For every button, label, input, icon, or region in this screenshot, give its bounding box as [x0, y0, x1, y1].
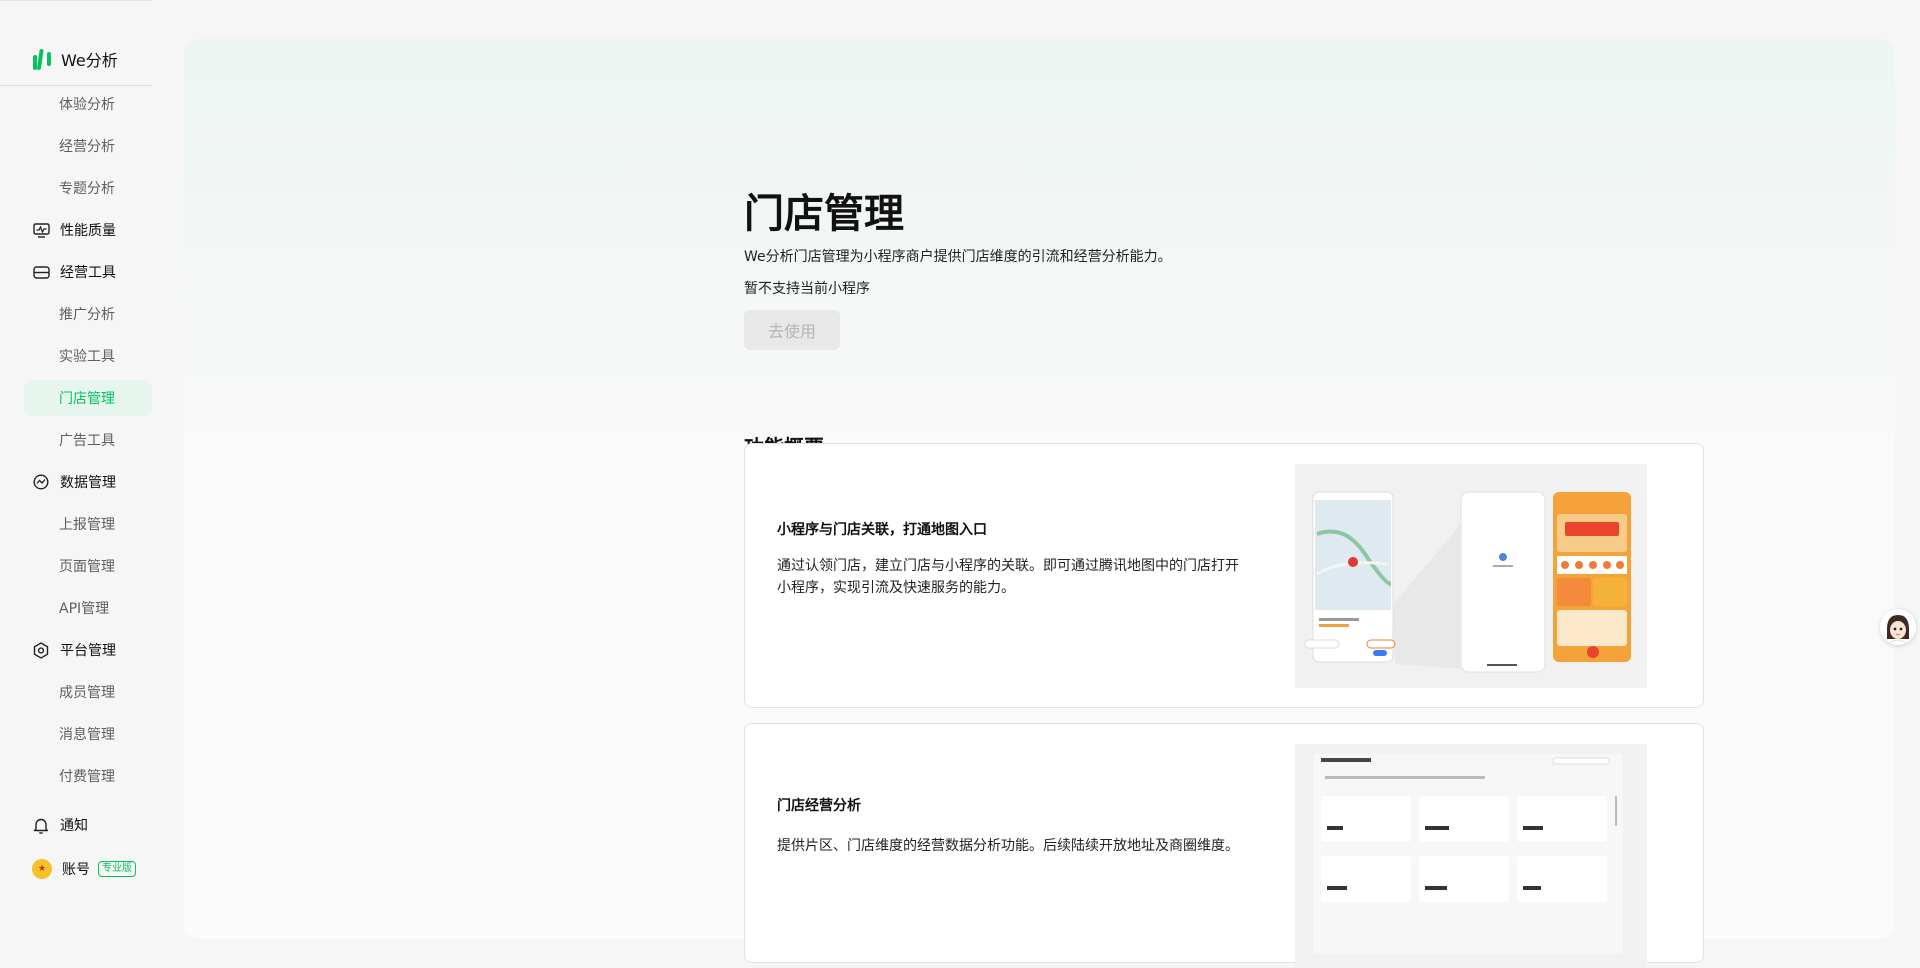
unsupported-notice: 暂不支持当前小程序 — [744, 281, 870, 297]
assistant-face-icon — [1880, 609, 1916, 645]
main-panel: 门店管理 We分析门店管理为小程序商户提供门店维度的引流和经营分析能力。 暂不支… — [184, 39, 1895, 968]
go-use-button[interactable]: 去使用 — [744, 310, 840, 350]
sidebar-item-ad-tools[interactable]: 广告工具 — [24, 422, 152, 458]
sidebar-item-message-management[interactable]: 消息管理 — [24, 716, 152, 752]
sidebar-item-label: 账号 — [62, 862, 90, 878]
sidebar-item-store-management[interactable]: 门店管理 — [24, 380, 152, 416]
sidebar-item-experience-analysis[interactable]: 体验分析 — [24, 86, 152, 122]
sidebar-item-label: API管理 — [59, 601, 110, 617]
toolbox-icon — [32, 263, 50, 281]
sidebar-item-promotion-analysis[interactable]: 推广分析 — [24, 296, 152, 332]
bell-icon — [32, 816, 50, 834]
feature-card-description: 提供片区、门店维度的经营数据分析功能。后续陆续开放地址及商圈维度。 — [777, 838, 1239, 854]
sidebar-item-label: 经营分析 — [59, 139, 115, 155]
sidebar-account[interactable]: ★ 账号 专业版 — [24, 851, 152, 887]
sidebar-item-report-management[interactable]: 上报管理 — [24, 506, 152, 542]
sidebar-item-label: 平台管理 — [60, 643, 116, 659]
sidebar-item-label: 通知 — [60, 818, 88, 834]
feature-card-store-analysis: 门店经营分析 提供片区、门店维度的经营数据分析功能。后续陆续开放地址及商圈维度。 — [744, 723, 1704, 968]
sidebar-item-api-management[interactable]: API管理 — [24, 590, 152, 626]
sidebar-item-business-analysis[interactable]: 经营分析 — [24, 128, 152, 164]
sidebar-group-business-tools[interactable]: 经营工具 — [24, 254, 152, 290]
hexagon-gear-icon — [32, 641, 50, 659]
sidebar: We分析 体验分析 经营分析 专题分析 性能质量 经营工具 推广分析 实验工具 … — [0, 0, 170, 911]
feature-card-map-entry: 小程序与门店关联，打通地图入口 通过认领门店，建立门店与小程序的关联。即可通过腾… — [744, 443, 1704, 708]
account-avatar: ★ — [32, 859, 52, 879]
sidebar-group-platform-management[interactable]: 平台管理 — [24, 632, 152, 668]
sidebar-item-label: 数据管理 — [60, 475, 116, 491]
page-title: 门店管理 — [744, 191, 904, 237]
sidebar-notifications[interactable]: 通知 — [24, 807, 152, 843]
sidebar-item-member-management[interactable]: 成员管理 — [24, 674, 152, 710]
sidebar-item-label: 页面管理 — [59, 559, 115, 575]
store-analysis-illustration — [1295, 744, 1647, 968]
sidebar-item-label: 成员管理 — [59, 685, 115, 701]
monitor-icon — [32, 221, 50, 239]
sidebar-item-label: 付费管理 — [59, 769, 115, 785]
app-logo[interactable]: We分析 — [32, 46, 118, 72]
sidebar-item-label: 性能质量 — [60, 223, 116, 239]
feature-card-description: 通过认领门店，建立门店与小程序的关联。即可通过腾讯地图中的门店打开小程序，实现引… — [777, 558, 1239, 596]
we-analysis-logo-icon — [33, 49, 51, 70]
sidebar-item-label: 广告工具 — [59, 433, 115, 449]
sidebar-item-label: 推广分析 — [59, 307, 115, 323]
sidebar-item-topic-analysis[interactable]: 专题分析 — [24, 170, 152, 206]
data-icon — [32, 473, 50, 491]
page-description: We分析门店管理为小程序商户提供门店维度的引流和经营分析能力。 — [744, 249, 1172, 265]
sidebar-item-billing-management[interactable]: 付费管理 — [24, 758, 152, 794]
sidebar-item-label: 上报管理 — [59, 517, 115, 533]
feature-card-title: 小程序与门店关联，打通地图入口 — [777, 522, 987, 538]
app-name: We分析 — [61, 51, 118, 70]
sidebar-item-label: 门店管理 — [59, 391, 115, 407]
sidebar-item-label: 实验工具 — [59, 349, 115, 365]
pro-badge: 专业版 — [98, 861, 136, 877]
sidebar-item-label: 经营工具 — [60, 265, 116, 281]
sidebar-item-label: 专题分析 — [59, 181, 115, 197]
sidebar-item-page-management[interactable]: 页面管理 — [24, 548, 152, 584]
sidebar-group-data-management[interactable]: 数据管理 — [24, 464, 152, 500]
assistant-avatar-button[interactable] — [1880, 609, 1916, 645]
sidebar-group-performance[interactable]: 性能质量 — [24, 212, 152, 248]
sidebar-item-label: 体验分析 — [59, 97, 115, 113]
sidebar-item-experiment-tools[interactable]: 实验工具 — [24, 338, 152, 374]
feature-card-title: 门店经营分析 — [777, 798, 861, 814]
map-entry-illustration — [1295, 464, 1647, 688]
sidebar-item-label: 消息管理 — [59, 727, 115, 743]
